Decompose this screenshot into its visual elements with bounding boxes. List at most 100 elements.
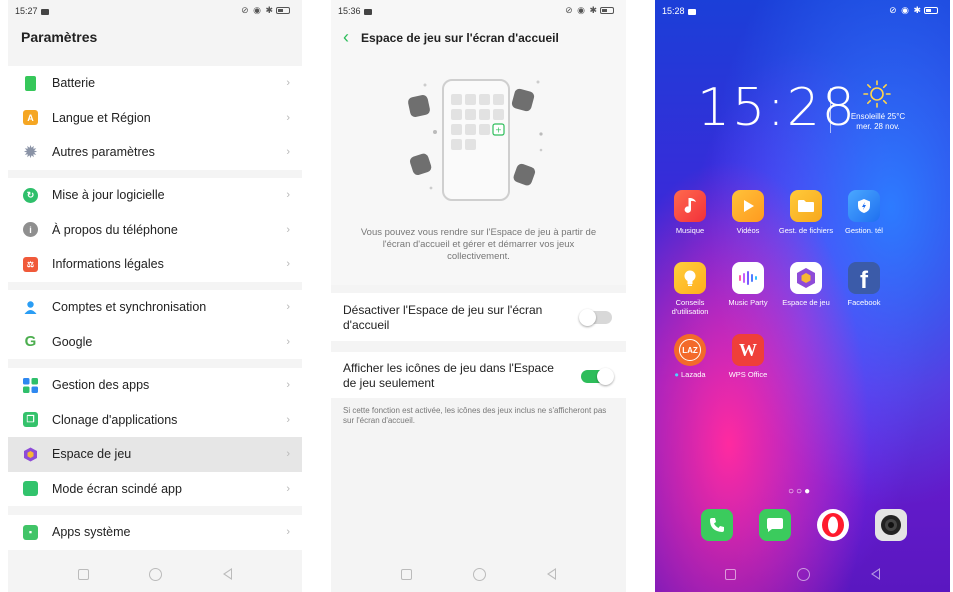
disable-game-space-toggle[interactable] [579,309,612,326]
option-row-disable-game-space[interactable]: Désactiver l'Espace de jeu sur l'écran d… [331,293,626,341]
home-screen: 15:28 ⊘ ◉ ✱ 15:28 Ensoleillé 25°C mer. 2… [655,0,950,592]
settings-item-apps-systeme[interactable]: ▪ Apps système › [8,515,302,550]
page-title: Espace de jeu sur l'écran d'accueil [361,31,559,45]
gear-icon: ✹ [24,144,37,162]
app-musique[interactable]: Musique [661,190,719,236]
settings-group-apps: Gestion des apps › ❐ Clonage d'applicati… [8,368,302,506]
weather-widget[interactable]: Ensoleillé 25°C mer. 28 nov. [841,112,915,132]
app-label: Espace de jeu [782,298,830,307]
folder-icon [790,190,822,222]
settings-item-clonage[interactable]: ❐ Clonage d'applications › [8,403,302,438]
gallery-notification-icon [363,8,372,15]
clock-widget[interactable]: 15:28 [697,78,857,138]
settings-item-mise-a-jour[interactable]: ↻ Mise à jour logicielle › [8,178,302,213]
settings-item-label: Comptes et synchronisation [52,300,207,315]
settings-item-a-propos[interactable]: i À propos du téléphone › [8,213,302,248]
settings-item-espace-de-jeu[interactable]: Espace de jeu › [8,437,302,472]
app-facebook[interactable]: f Facebook [835,262,893,308]
dock-messages[interactable] [759,509,791,541]
app-videos[interactable]: Vidéos [719,190,777,236]
info-icon: i [23,222,38,238]
app-gest-fichiers[interactable]: Gest. de fichiers [777,190,835,236]
status-icons: ⊘ ◉ ✱ [241,5,290,16]
battery-status-icon [600,7,614,15]
settings-item-batterie[interactable]: Batterie › [8,66,302,101]
page-title: Paramètres [21,29,98,45]
phone-manager-icon [848,190,880,222]
back-button[interactable] [222,568,232,580]
settings-item-comptes[interactable]: Comptes et synchronisation › [8,290,302,325]
app-music-party[interactable]: Music Party [719,262,777,308]
back-button[interactable] [870,568,880,580]
back-arrow-icon[interactable]: ‹ [343,27,349,48]
video-icon [732,190,764,222]
home-button[interactable] [149,567,163,581]
settings-group-device: Batterie › A Langue et Région › ✹ Autres… [8,66,302,170]
android-icon: ▪ [23,524,38,540]
settings-item-langue[interactable]: A Langue et Région › [8,101,302,136]
clock-divider [830,88,831,133]
opera-browser-icon [822,513,844,537]
settings-item-google[interactable]: G Google › [8,325,302,360]
google-icon: G [24,333,37,351]
settings-group-system: ↻ Mise à jour logicielle › i À propos du… [8,178,302,282]
option-row-game-icons-only[interactable]: Afficher les icônes de jeu dans l'Espace… [331,352,626,398]
settings-item-label: Autres paramètres [52,145,155,160]
wps-office-icon: W [732,334,764,366]
settings-item-label: Informations légales [52,257,164,272]
chevron-right-icon: › [286,77,290,89]
option-note: Si cette fonction est activée, les icône… [343,406,607,425]
dock-phone-dialer[interactable] [701,509,733,541]
dock-opera-browser[interactable] [817,509,849,541]
settings-item-label: Batterie [52,76,96,91]
dock-camera[interactable] [875,509,907,541]
settings-item-ecran-scinde[interactable]: Mode écran scindé app › [8,472,302,507]
game-icons-only-toggle[interactable] [581,368,614,385]
game-space-illustration: + [408,79,543,201]
recents-button[interactable] [401,568,413,580]
status-time: 15:36 [338,6,372,16]
settings-item-gestion-apps[interactable]: Gestion des apps › [8,368,302,403]
recents-button[interactable] [78,568,90,580]
back-button[interactable] [546,568,556,580]
app-label: Conseils d'utilisation [671,298,709,316]
settings-group-system-apps: ▪ Apps système › [8,515,302,550]
sun-weather-icon [863,80,891,108]
chevron-right-icon: › [286,379,290,391]
clone-icon: ❐ [23,412,38,428]
chevron-right-icon: › [286,258,290,270]
status-time: 15:28 [662,6,696,16]
chevron-right-icon: › [286,146,290,158]
app-gestion-tel[interactable]: Gestion. tél [835,190,893,236]
gallery-notification-icon [687,8,696,15]
app-conseils[interactable]: Conseils d'utilisation [661,262,719,316]
tips-bulb-icon [674,262,706,294]
battery-status-icon [924,7,938,15]
settings-item-autres[interactable]: ✹ Autres paramètres › [8,135,302,170]
option-label: Désactiver l'Espace de jeu sur l'écran d… [343,303,543,332]
svg-text:+: + [495,126,502,135]
app-espace-de-jeu[interactable]: Espace de jeu [777,262,835,308]
account-icon [23,300,38,315]
gallery-notification-icon [40,8,49,15]
settings-item-informations-legales[interactable]: ⚖ Informations légales › [8,247,302,282]
chevron-right-icon: › [286,482,290,495]
app-label: WPS Office [728,370,768,379]
page-indicator[interactable]: ○○● [788,486,812,497]
battery-icon [25,75,36,91]
app-lazada[interactable]: LAZ ● Lazada [661,334,719,380]
status-icons: ⊘ ◉ ✱ [565,5,614,16]
app-wps-office[interactable]: W WPS Office [719,334,777,380]
chevron-right-icon: › [286,413,290,426]
status-bar: 15:28 ⊘ ◉ ✱ [655,0,950,22]
home-button[interactable] [472,567,486,581]
toggle-knob [579,309,596,326]
recents-button[interactable] [725,568,737,580]
split-screen-icon [23,481,38,497]
settings-item-label: À propos du téléphone [52,222,178,237]
game-space-icon [23,447,38,462]
update-icon: ↻ [23,187,38,203]
home-button[interactable] [796,567,810,581]
app-label: Vidéos [736,226,760,235]
camera-icon [881,515,901,535]
